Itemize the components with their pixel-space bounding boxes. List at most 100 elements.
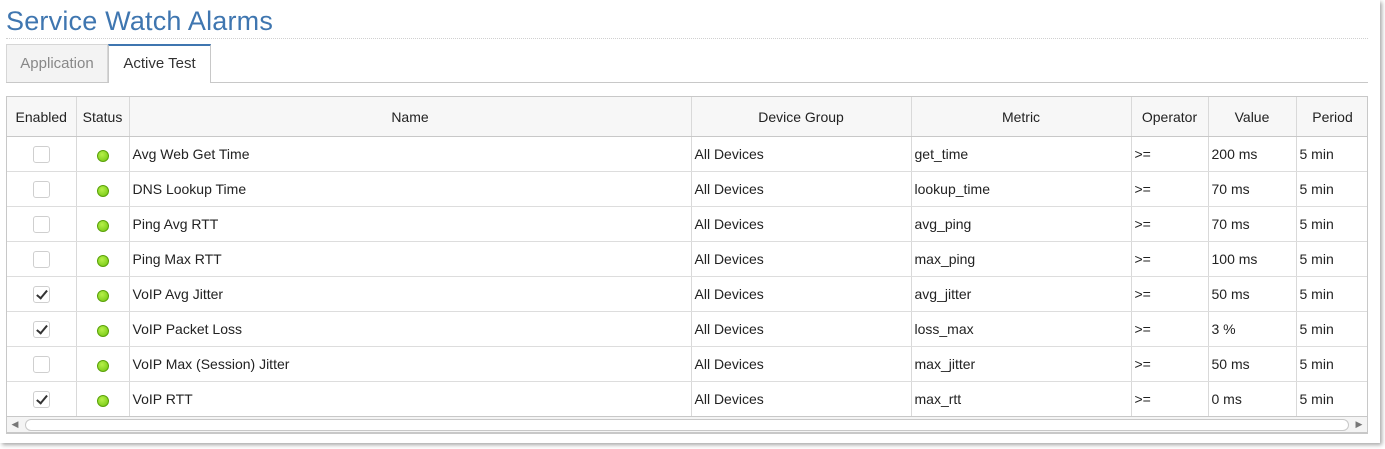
table-body: Avg Web Get Time All Devices get_time >= 200… (7, 136, 1367, 417)
operator-cell: >= (1131, 311, 1209, 347)
device-group-cell: All Devices (691, 171, 912, 207)
period-cell: 5 min (1296, 311, 1367, 347)
status-cell (76, 346, 130, 382)
operator-cell: >= (1131, 206, 1209, 242)
column-header-operator[interactable]: Operator (1131, 97, 1209, 137)
status-cell (76, 241, 130, 277)
table-row[interactable]: VoIP Avg Jitter All Devices avg_jitter >= 50… (7, 276, 1367, 312)
metric-cell: max_jitter (911, 346, 1132, 382)
period-cell: 5 min (1296, 381, 1367, 417)
operator-cell: >= (1131, 381, 1209, 417)
triangle-right-icon[interactable]: ▶ (1351, 417, 1367, 432)
name-cell: VoIP Max (Session) Jitter (129, 346, 692, 382)
status-cell (76, 381, 130, 417)
tab-active-test[interactable]: Active Test (108, 44, 211, 83)
device-group-cell: All Devices (691, 346, 912, 382)
period-cell: 5 min (1296, 241, 1367, 277)
enabled-checkbox[interactable] (32, 355, 50, 373)
column-header-name[interactable]: Name (129, 97, 692, 137)
operator-cell: >= (1131, 346, 1209, 382)
column-header-enabled[interactable]: Enabled (7, 97, 77, 137)
device-group-cell: All Devices (691, 241, 912, 277)
value-cell: 200 ms (1208, 136, 1297, 172)
table-row[interactable]: Ping Max RTT All Devices max_ping >= 100 ms 5… (7, 241, 1367, 277)
table-row[interactable]: Ping Avg RTT All Devices avg_ping >= 70 ms 5 … (7, 206, 1367, 242)
table-row[interactable]: VoIP RTT All Devices max_rtt >= 0 ms 5 min (7, 381, 1367, 417)
table-row[interactable]: VoIP Packet Loss All Devices loss_max >= 3 %… (7, 311, 1367, 347)
column-header-metric[interactable]: Metric (911, 97, 1132, 137)
enabled-checkbox[interactable] (32, 250, 50, 268)
metric-cell: max_rtt (911, 381, 1132, 417)
enabled-cell (7, 206, 77, 242)
enabled-cell (7, 171, 77, 207)
status-indicator-icon (96, 255, 109, 268)
period-cell: 5 min (1296, 276, 1367, 312)
device-group-cell: All Devices (691, 206, 912, 242)
column-header-status[interactable]: Status (76, 97, 130, 137)
status-indicator-icon (96, 395, 109, 408)
metric-cell: max_ping (911, 241, 1132, 277)
enabled-cell (7, 311, 77, 347)
operator-cell: >= (1131, 171, 1209, 207)
value-cell: 100 ms (1208, 241, 1297, 277)
enabled-cell (7, 276, 77, 312)
status-cell (76, 276, 130, 312)
metric-cell: loss_max (911, 311, 1132, 347)
scrollbar-thumb[interactable] (25, 419, 1349, 431)
enabled-checkbox[interactable] (32, 215, 50, 233)
column-header-value[interactable]: Value (1208, 97, 1297, 137)
enabled-cell (7, 381, 77, 417)
enabled-checkbox[interactable] (32, 180, 50, 198)
device-group-cell: All Devices (691, 136, 912, 172)
enabled-checkbox[interactable] (32, 390, 50, 408)
device-group-cell: All Devices (691, 276, 912, 312)
metric-cell: get_time (911, 136, 1132, 172)
enabled-cell (7, 346, 77, 382)
metric-cell: avg_jitter (911, 276, 1132, 312)
enabled-cell (7, 136, 77, 172)
status-cell (76, 311, 130, 347)
value-cell: 70 ms (1208, 206, 1297, 242)
operator-cell: >= (1131, 136, 1209, 172)
status-cell (76, 171, 130, 207)
period-cell: 5 min (1296, 171, 1367, 207)
metric-cell: avg_ping (911, 206, 1132, 242)
status-indicator-icon (96, 220, 109, 233)
status-indicator-icon (96, 185, 109, 198)
name-cell: DNS Lookup Time (129, 171, 692, 207)
value-cell: 50 ms (1208, 276, 1297, 312)
name-cell: VoIP Packet Loss (129, 311, 692, 347)
name-cell: VoIP Avg Jitter (129, 276, 692, 312)
triangle-left-icon[interactable]: ◀ (7, 417, 23, 432)
table-row[interactable]: Avg Web Get Time All Devices get_time >= 200… (7, 136, 1367, 172)
name-cell: VoIP RTT (129, 381, 692, 417)
table-row[interactable]: VoIP Max (Session) Jitter All Devices max_… (7, 346, 1367, 382)
metric-cell: lookup_time (911, 171, 1132, 207)
status-indicator-icon (96, 360, 109, 373)
enabled-checkbox[interactable] (32, 285, 50, 303)
page-title: Service Watch Alarms (6, 6, 274, 36)
column-header-device-group[interactable]: Device Group (691, 97, 912, 137)
value-cell: 3 % (1208, 311, 1297, 347)
device-group-cell: All Devices (691, 381, 912, 417)
horizontal-scrollbar[interactable]: ◀ ▶ (6, 416, 1368, 433)
name-cell: Ping Max RTT (129, 241, 692, 277)
status-cell (76, 206, 130, 242)
table-row[interactable]: DNS Lookup Time All Devices lookup_time >= 7… (7, 171, 1367, 207)
enabled-checkbox[interactable] (32, 320, 50, 338)
device-group-cell: All Devices (691, 311, 912, 347)
status-indicator-icon (96, 290, 109, 303)
header-row: Enabled Status Name Device Group Metric … (7, 97, 1367, 137)
status-cell (76, 136, 130, 172)
enabled-cell (7, 241, 77, 277)
tab-application[interactable]: Application (6, 44, 108, 82)
operator-cell: >= (1131, 241, 1209, 277)
status-indicator-icon (96, 150, 109, 163)
enabled-checkbox[interactable] (32, 145, 50, 163)
column-header-period[interactable]: Period (1296, 97, 1367, 137)
period-cell: 5 min (1296, 136, 1367, 172)
alarms-table: Enabled Status Name Device Group Metric … (7, 97, 1367, 417)
name-cell: Avg Web Get Time (129, 136, 692, 172)
period-cell: 5 min (1296, 206, 1367, 242)
tab-bar: Application Active Test (6, 44, 1368, 83)
